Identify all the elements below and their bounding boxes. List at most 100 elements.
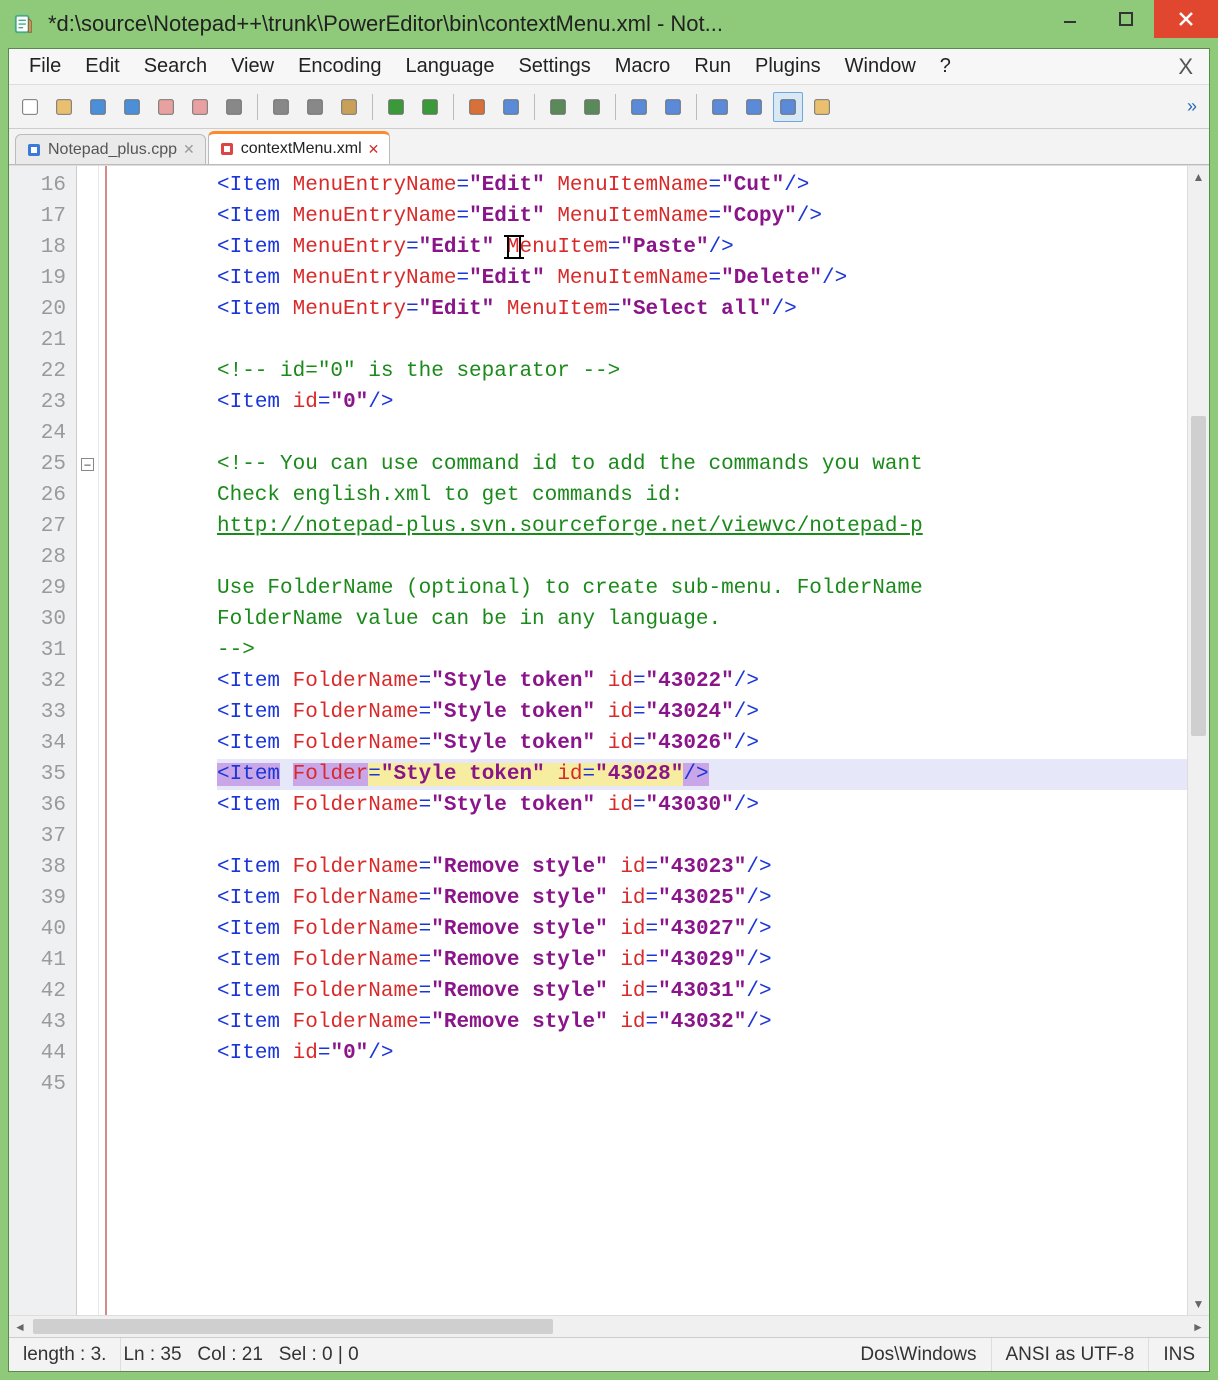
fold-cell[interactable] bbox=[77, 294, 98, 325]
vertical-scroll-thumb[interactable] bbox=[1191, 416, 1206, 736]
line-number[interactable]: 16 bbox=[9, 170, 76, 201]
scroll-right-icon[interactable]: ► bbox=[1187, 1320, 1209, 1334]
menu-settings[interactable]: Settings bbox=[506, 51, 602, 82]
line-number[interactable]: 40 bbox=[9, 914, 76, 945]
fold-collapse-icon[interactable]: − bbox=[81, 458, 94, 471]
line-number[interactable]: 44 bbox=[9, 1038, 76, 1069]
code-line[interactable]: http://notepad-plus.svn.sourceforge.net/… bbox=[217, 511, 1187, 542]
line-number[interactable]: 45 bbox=[9, 1069, 76, 1100]
code-line[interactable]: <Item FolderName="Remove style" id="4302… bbox=[217, 945, 1187, 976]
code-line[interactable]: <Item id="0"/> bbox=[217, 387, 1187, 418]
fold-cell[interactable] bbox=[77, 635, 98, 666]
zoom-out-icon[interactable] bbox=[577, 92, 607, 122]
fold-cell[interactable] bbox=[77, 759, 98, 790]
fold-cell[interactable] bbox=[77, 1007, 98, 1038]
fold-cell[interactable] bbox=[77, 914, 98, 945]
code-line[interactable]: <Item Folder="Style token" id="43028"/> bbox=[217, 759, 1187, 790]
window-close-button[interactable] bbox=[1154, 0, 1218, 38]
fold-cell[interactable] bbox=[77, 263, 98, 294]
line-number[interactable]: 24 bbox=[9, 418, 76, 449]
toolbar-overflow-icon[interactable]: » bbox=[1181, 96, 1203, 117]
code-editor[interactable]: <Item MenuEntryName="Edit" MenuItemName=… bbox=[117, 166, 1187, 1315]
code-line[interactable]: <Item id="0"/> bbox=[217, 1038, 1187, 1069]
open-file-icon[interactable] bbox=[49, 92, 79, 122]
fold-cell[interactable] bbox=[77, 852, 98, 883]
fold-cell[interactable] bbox=[77, 976, 98, 1007]
line-number[interactable]: 32 bbox=[9, 666, 76, 697]
code-line[interactable]: <Item FolderName="Remove style" id="4303… bbox=[217, 976, 1187, 1007]
close-icon[interactable] bbox=[151, 92, 181, 122]
fold-cell[interactable] bbox=[77, 1038, 98, 1069]
code-line[interactable]: FolderName value can be in any language. bbox=[217, 604, 1187, 635]
fold-cell[interactable] bbox=[77, 325, 98, 356]
code-line[interactable]: <!-- id="0" is the separator --> bbox=[217, 356, 1187, 387]
scroll-left-icon[interactable]: ◄ bbox=[9, 1320, 31, 1334]
code-line[interactable]: <Item FolderName="Remove style" id="4303… bbox=[217, 1007, 1187, 1038]
code-line[interactable]: <Item MenuEntry="Edit" MenuItem="Select … bbox=[217, 294, 1187, 325]
cut-icon[interactable] bbox=[266, 92, 296, 122]
line-number[interactable]: 21 bbox=[9, 325, 76, 356]
code-line[interactable]: <Item FolderName="Style token" id="43026… bbox=[217, 728, 1187, 759]
fold-cell[interactable] bbox=[77, 1069, 98, 1100]
line-number[interactable]: 36 bbox=[9, 790, 76, 821]
code-line[interactable]: Check english.xml to get commands id: bbox=[217, 480, 1187, 511]
menu-encoding[interactable]: Encoding bbox=[286, 51, 393, 82]
code-line[interactable]: <!-- You can use command id to add the c… bbox=[217, 449, 1187, 480]
horizontal-scroll-thumb[interactable] bbox=[33, 1319, 553, 1334]
line-number[interactable]: 39 bbox=[9, 883, 76, 914]
fold-cell[interactable] bbox=[77, 945, 98, 976]
vertical-scrollbar[interactable]: ▲ ▼ bbox=[1187, 166, 1209, 1315]
wordwrap-icon[interactable] bbox=[705, 92, 735, 122]
code-line[interactable] bbox=[217, 418, 1187, 449]
line-number[interactable]: 35 bbox=[9, 759, 76, 790]
line-number[interactable]: 19 bbox=[9, 263, 76, 294]
fold-cell[interactable] bbox=[77, 573, 98, 604]
menu-macro[interactable]: Macro bbox=[603, 51, 683, 82]
save-all-icon[interactable] bbox=[117, 92, 147, 122]
zoom-in-icon[interactable] bbox=[543, 92, 573, 122]
fold-cell[interactable] bbox=[77, 201, 98, 232]
code-line[interactable]: --> bbox=[217, 635, 1187, 666]
code-line[interactable]: <Item FolderName="Style token" id="43024… bbox=[217, 697, 1187, 728]
fold-cell[interactable] bbox=[77, 511, 98, 542]
fold-cell[interactable] bbox=[77, 387, 98, 418]
code-line[interactable]: <Item FolderName="Style token" id="43022… bbox=[217, 666, 1187, 697]
fold-cell[interactable] bbox=[77, 666, 98, 697]
line-number[interactable]: 42 bbox=[9, 976, 76, 1007]
line-number[interactable]: 17 bbox=[9, 201, 76, 232]
line-number[interactable]: 29 bbox=[9, 573, 76, 604]
fold-cell[interactable] bbox=[77, 232, 98, 263]
line-number[interactable]: 20 bbox=[9, 294, 76, 325]
fold-cell[interactable]: − bbox=[77, 449, 98, 480]
menu-q[interactable]: ? bbox=[928, 51, 963, 82]
fold-cell[interactable] bbox=[77, 356, 98, 387]
menu-file[interactable]: File bbox=[17, 51, 73, 82]
window-minimize-button[interactable] bbox=[1042, 0, 1098, 38]
document-tab[interactable]: contextMenu.xml✕ bbox=[208, 131, 391, 164]
line-number[interactable]: 33 bbox=[9, 697, 76, 728]
sync-h-icon[interactable] bbox=[658, 92, 688, 122]
line-number[interactable]: 43 bbox=[9, 1007, 76, 1038]
line-number[interactable]: 22 bbox=[9, 356, 76, 387]
menu-document-close-button[interactable]: X bbox=[1170, 54, 1201, 80]
fold-cell[interactable] bbox=[77, 728, 98, 759]
code-line[interactable]: <Item MenuEntryName="Edit" MenuItemName=… bbox=[217, 263, 1187, 294]
line-number-gutter[interactable]: 1617181920212223242526272829303132333435… bbox=[9, 166, 77, 1315]
code-line[interactable]: <Item MenuEntry="Edit" MenuItem="Paste"/… bbox=[217, 232, 1187, 263]
menu-view[interactable]: View bbox=[219, 51, 286, 82]
fold-cell[interactable] bbox=[77, 821, 98, 852]
code-line[interactable]: <Item FolderName="Remove style" id="4302… bbox=[217, 914, 1187, 945]
line-number[interactable]: 28 bbox=[9, 542, 76, 573]
code-line[interactable] bbox=[217, 542, 1187, 573]
line-number[interactable]: 38 bbox=[9, 852, 76, 883]
code-line[interactable]: <Item MenuEntryName="Edit" MenuItemName=… bbox=[217, 201, 1187, 232]
tab-close-icon[interactable]: ✕ bbox=[183, 141, 195, 158]
fold-cell[interactable] bbox=[77, 883, 98, 914]
fold-cell[interactable] bbox=[77, 790, 98, 821]
fold-cell[interactable] bbox=[77, 418, 98, 449]
horizontal-scrollbar[interactable]: ◄ ► bbox=[9, 1315, 1209, 1337]
menu-search[interactable]: Search bbox=[132, 51, 219, 82]
fold-column[interactable]: − bbox=[77, 166, 99, 1315]
line-number[interactable]: 37 bbox=[9, 821, 76, 852]
undo-icon[interactable] bbox=[381, 92, 411, 122]
